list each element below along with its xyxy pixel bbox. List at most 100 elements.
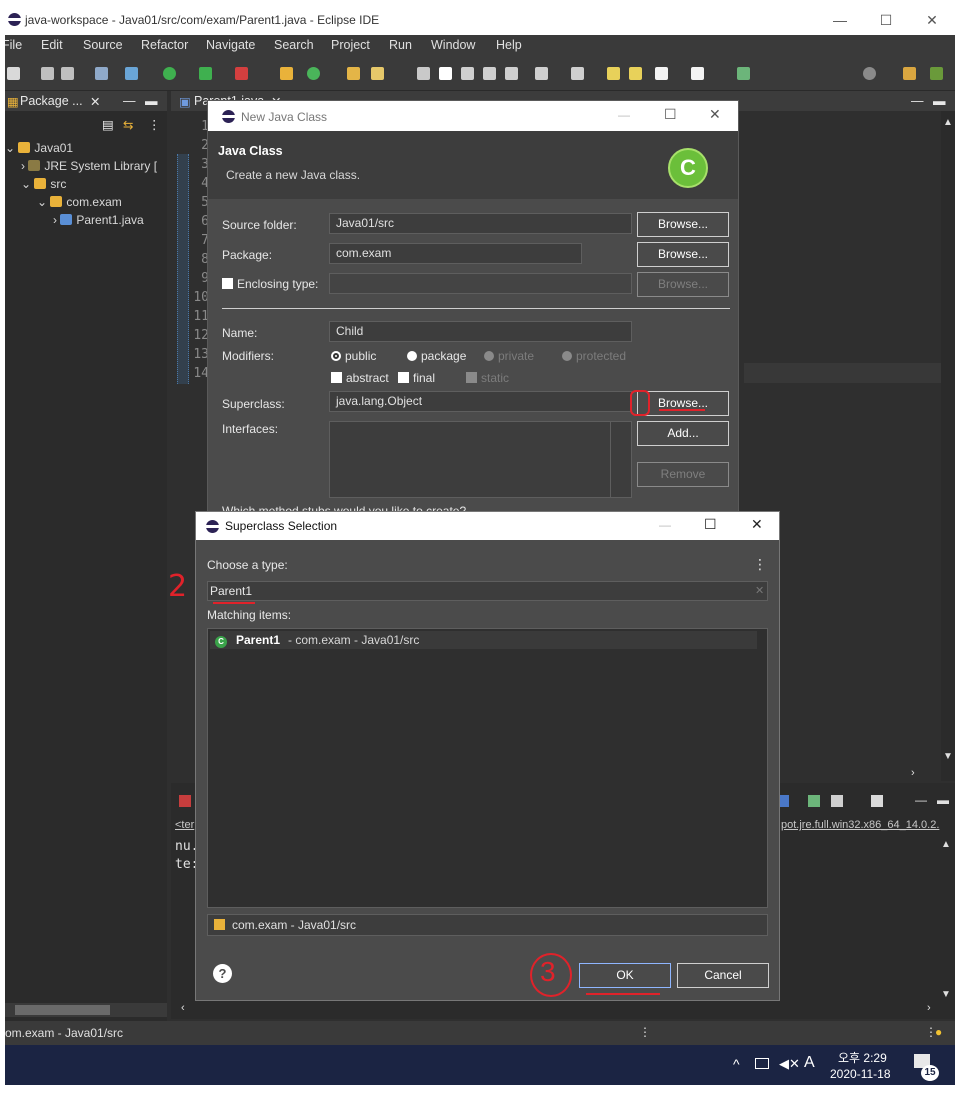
remove-interface-button[interactable]: Remove bbox=[637, 462, 729, 487]
maximize-view-icon[interactable]: ▬ bbox=[145, 94, 158, 108]
volume-muted-icon[interactable]: ◀✕ bbox=[779, 1056, 800, 1072]
enclosing-type-checkbox[interactable]: Enclosing type: bbox=[222, 277, 318, 291]
save-icon[interactable] bbox=[41, 67, 54, 80]
interfaces-list[interactable] bbox=[329, 421, 632, 498]
radio-icon[interactable] bbox=[562, 351, 572, 361]
checkbox-icon[interactable] bbox=[222, 278, 233, 289]
menu-search[interactable]: Search bbox=[274, 38, 314, 52]
minimize-button[interactable]: — bbox=[817, 5, 863, 35]
maximize-button[interactable]: ☐ bbox=[664, 106, 677, 123]
browse-source-folder-button[interactable]: Browse... bbox=[637, 212, 729, 237]
new-console-icon[interactable] bbox=[871, 795, 883, 807]
prev-annotation-icon[interactable] bbox=[571, 67, 584, 80]
ime-indicator[interactable]: A bbox=[804, 1054, 815, 1072]
network-icon[interactable] bbox=[755, 1058, 769, 1069]
close-button[interactable]: ✕ bbox=[709, 106, 721, 123]
chevron-left-icon[interactable]: ‹ bbox=[181, 1002, 185, 1014]
chevron-up-icon[interactable]: ▲ bbox=[943, 117, 953, 128]
menu-help[interactable]: Help bbox=[496, 38, 522, 52]
link-editor-icon[interactable]: ⇆ bbox=[123, 117, 133, 132]
matching-items-list[interactable]: C Parent1 - com.exam - Java01/src bbox=[207, 628, 768, 908]
tree-item-src[interactable]: ⌄ src bbox=[21, 175, 66, 193]
new-icon[interactable] bbox=[7, 67, 20, 80]
radio-icon[interactable] bbox=[407, 351, 417, 361]
final-checkbox[interactable]: final bbox=[398, 371, 435, 385]
clock-time[interactable]: 오후 2:29 bbox=[838, 1049, 887, 1066]
vertical-scrollbar[interactable]: ▲ ▼ bbox=[941, 111, 955, 781]
enclosing-type-field[interactable] bbox=[329, 273, 632, 294]
task-icon[interactable] bbox=[417, 67, 430, 80]
source-folder-field[interactable]: Java01/src bbox=[329, 213, 632, 234]
minimize-view-icon[interactable]: — bbox=[915, 793, 927, 807]
static-checkbox[interactable]: static bbox=[466, 371, 509, 385]
forward-edit-icon[interactable] bbox=[629, 67, 642, 80]
clear-icon[interactable]: ✕ bbox=[755, 584, 764, 597]
ok-button[interactable]: OK bbox=[579, 963, 671, 988]
horizontal-scrollbar[interactable] bbox=[5, 1003, 167, 1017]
menu-file[interactable]: File bbox=[5, 38, 22, 52]
maximize-view-icon[interactable]: ▬ bbox=[937, 793, 949, 807]
toggle-icon[interactable] bbox=[461, 67, 474, 80]
coverage-icon[interactable] bbox=[199, 67, 212, 80]
help-icon[interactable]: ? bbox=[213, 964, 232, 983]
browse-package-button[interactable]: Browse... bbox=[637, 242, 729, 267]
run-icon[interactable] bbox=[163, 67, 176, 80]
radio-icon[interactable] bbox=[331, 351, 341, 361]
minimize-button[interactable]: — bbox=[659, 518, 671, 532]
chevron-right-icon[interactable]: › bbox=[911, 767, 915, 779]
open-console-icon[interactable] bbox=[831, 795, 843, 807]
tab-package-explorer[interactable]: Package ... bbox=[20, 94, 83, 108]
debug-icon[interactable] bbox=[125, 67, 138, 80]
perspective-icon[interactable] bbox=[737, 67, 750, 80]
new-class-icon[interactable] bbox=[307, 67, 320, 80]
checkbox-icon[interactable] bbox=[398, 372, 409, 383]
back-icon[interactable] bbox=[655, 67, 668, 80]
radio-icon[interactable] bbox=[484, 351, 494, 361]
chevron-down-icon[interactable]: ▼ bbox=[943, 751, 953, 762]
close-icon[interactable]: ✕ bbox=[90, 94, 100, 109]
annotation-icon[interactable] bbox=[439, 67, 452, 80]
menu-window[interactable]: Window bbox=[431, 38, 475, 52]
external-tools-icon[interactable] bbox=[235, 67, 248, 80]
search-icon[interactable] bbox=[371, 67, 384, 80]
abstract-checkbox[interactable]: abstract bbox=[331, 371, 389, 385]
checkbox-icon[interactable] bbox=[466, 372, 477, 383]
console-icon[interactable] bbox=[95, 67, 108, 80]
menu-navigate[interactable]: Navigate bbox=[206, 38, 255, 52]
view-menu-icon[interactable]: ⋮ bbox=[753, 556, 767, 573]
search-toolbar-icon[interactable] bbox=[863, 67, 876, 80]
cancel-button[interactable]: Cancel bbox=[677, 963, 769, 988]
forward-icon[interactable] bbox=[691, 67, 704, 80]
maximize-view-icon[interactable]: ▬ bbox=[933, 94, 946, 108]
add-interface-button[interactable]: Add... bbox=[637, 421, 729, 446]
collapse-all-icon[interactable]: ▤ bbox=[102, 117, 114, 132]
tree-item-jre[interactable]: › JRE System Library [ bbox=[21, 157, 157, 175]
debug-perspective-icon[interactable] bbox=[930, 67, 943, 80]
radio-private[interactable]: private bbox=[484, 349, 534, 363]
checkbox-icon[interactable] bbox=[331, 372, 342, 383]
radio-public[interactable]: public bbox=[331, 349, 376, 363]
scroll-thumb[interactable] bbox=[15, 1005, 110, 1015]
menu-source[interactable]: Source bbox=[83, 38, 123, 52]
menu-refactor[interactable]: Refactor bbox=[141, 38, 188, 52]
last-edit-icon[interactable] bbox=[607, 67, 620, 80]
maximize-button[interactable]: ☐ bbox=[704, 516, 717, 533]
next-annotation-icon[interactable] bbox=[535, 67, 548, 80]
minimize-view-icon[interactable]: — bbox=[911, 94, 924, 108]
package-field[interactable]: com.exam bbox=[329, 243, 582, 264]
open-type-icon[interactable] bbox=[347, 67, 360, 80]
chevron-up-icon[interactable]: ▲ bbox=[941, 839, 951, 850]
chevron-down-icon[interactable]: ▼ bbox=[941, 989, 951, 1000]
display-console-icon[interactable] bbox=[808, 795, 820, 807]
save-all-icon[interactable] bbox=[61, 67, 74, 80]
close-button[interactable]: ✕ bbox=[751, 516, 763, 533]
type-filter-input[interactable]: Parent1 ✕ bbox=[207, 581, 768, 601]
browse-enclosing-button[interactable]: Browse... bbox=[637, 272, 729, 297]
superclass-field[interactable]: java.lang.Object bbox=[329, 391, 632, 412]
block-icon[interactable] bbox=[483, 67, 496, 80]
tree-item-com-exam[interactable]: ⌄ com.exam bbox=[37, 193, 122, 211]
chevron-right-icon[interactable]: › bbox=[927, 1002, 931, 1014]
maximize-button[interactable]: ☐ bbox=[863, 5, 909, 35]
view-menu-icon[interactable]: ⋮ bbox=[148, 117, 161, 132]
menu-project[interactable]: Project bbox=[331, 38, 370, 52]
